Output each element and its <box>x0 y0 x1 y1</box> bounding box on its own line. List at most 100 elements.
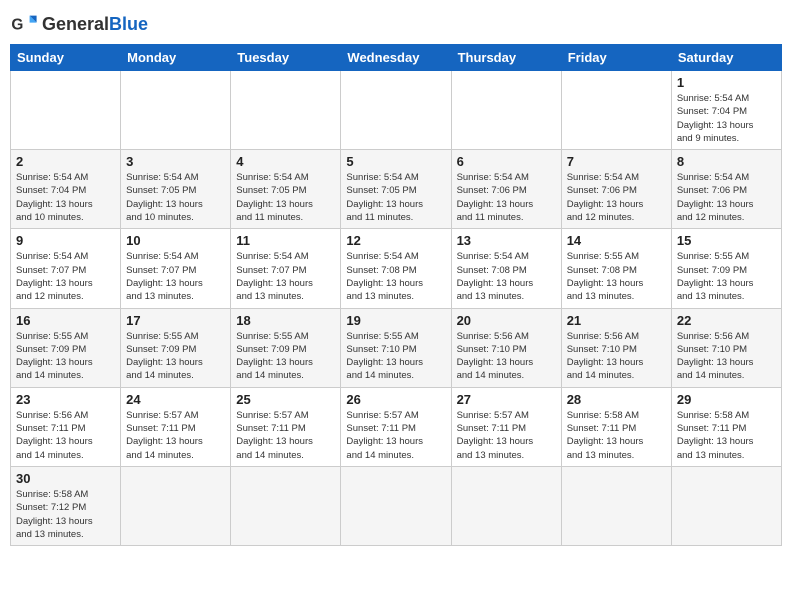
calendar-cell <box>561 71 671 150</box>
calendar-cell: 3Sunrise: 5:54 AMSunset: 7:05 PMDaylight… <box>121 150 231 229</box>
day-number: 25 <box>236 392 335 407</box>
calendar-cell: 16 Sunrise: 5:55 AMSunset: 7:09 PMDayligh… <box>11 308 121 387</box>
calendar-week-row: 16 Sunrise: 5:55 AMSunset: 7:09 PMDayligh… <box>11 308 782 387</box>
calendar-cell: 8 Sunrise: 5:54 AMSunset: 7:06 PMDaylight… <box>671 150 781 229</box>
calendar-week-row: 2 Sunrise: 5:54 AMSunset: 7:04 PMDaylight… <box>11 150 782 229</box>
day-number: 10 <box>126 233 225 248</box>
calendar-cell <box>231 466 341 545</box>
calendar-cell: 11Sunrise: 5:54 AMSunset: 7:07 PMDayligh… <box>231 229 341 308</box>
calendar-cell: 1Sunrise: 5:54 AMSunset: 7:04 PMDaylight… <box>671 71 781 150</box>
calendar-week-row: 23 Sunrise: 5:56 AMSunset: 7:11 PMDayligh… <box>11 387 782 466</box>
calendar-cell: 5Sunrise: 5:54 AMSunset: 7:05 PMDaylight… <box>341 150 451 229</box>
calendar-cell <box>671 466 781 545</box>
day-number: 26 <box>346 392 445 407</box>
day-number: 28 <box>567 392 666 407</box>
day-info: Sunrise: 5:54 AMSunset: 7:06 PMDaylight:… <box>457 171 556 224</box>
day-info: Sunrise: 5:54 AMSunset: 7:06 PMDaylight:… <box>567 171 666 224</box>
calendar-cell: 14 Sunrise: 5:55 AMSunset: 7:08 PMDayligh… <box>561 229 671 308</box>
column-header-wednesday: Wednesday <box>341 45 451 71</box>
calendar-cell <box>341 466 451 545</box>
day-info: Sunrise: 5:54 AMSunset: 7:08 PMDaylight:… <box>346 250 445 303</box>
day-info: Sunrise: 5:58 AMSunset: 7:12 PMDaylight:… <box>16 488 115 541</box>
calendar-cell <box>451 71 561 150</box>
calendar-cell: 9 Sunrise: 5:54 AMSunset: 7:07 PMDaylight… <box>11 229 121 308</box>
column-header-saturday: Saturday <box>671 45 781 71</box>
column-header-sunday: Sunday <box>11 45 121 71</box>
page-header: G GeneralBlue <box>10 10 782 38</box>
day-info: Sunrise: 5:55 AMSunset: 7:08 PMDaylight:… <box>567 250 666 303</box>
day-number: 15 <box>677 233 776 248</box>
calendar-cell: 29Sunrise: 5:58 AMSunset: 7:11 PMDayligh… <box>671 387 781 466</box>
calendar-week-row: 30Sunrise: 5:58 AMSunset: 7:12 PMDayligh… <box>11 466 782 545</box>
day-info: Sunrise: 5:54 AMSunset: 7:08 PMDaylight:… <box>457 250 556 303</box>
day-number: 14 <box>567 233 666 248</box>
calendar-cell <box>11 71 121 150</box>
day-info: Sunrise: 5:56 AMSunset: 7:10 PMDaylight:… <box>457 330 556 383</box>
day-info: Sunrise: 5:54 AMSunset: 7:07 PMDaylight:… <box>16 250 115 303</box>
day-number: 1 <box>677 75 776 90</box>
calendar-cell: 12 Sunrise: 5:54 AMSunset: 7:08 PMDayligh… <box>341 229 451 308</box>
calendar-cell: 7 Sunrise: 5:54 AMSunset: 7:06 PMDaylight… <box>561 150 671 229</box>
day-number: 16 <box>16 313 115 328</box>
day-number: 7 <box>567 154 666 169</box>
day-number: 6 <box>457 154 556 169</box>
column-header-friday: Friday <box>561 45 671 71</box>
calendar-cell: 18Sunrise: 5:55 AMSunset: 7:09 PMDayligh… <box>231 308 341 387</box>
day-number: 11 <box>236 233 335 248</box>
calendar-cell: 15 Sunrise: 5:55 AMSunset: 7:09 PMDayligh… <box>671 229 781 308</box>
day-info: Sunrise: 5:55 AMSunset: 7:09 PMDaylight:… <box>16 330 115 383</box>
calendar-cell: 13 Sunrise: 5:54 AMSunset: 7:08 PMDayligh… <box>451 229 561 308</box>
calendar-cell: 10Sunrise: 5:54 AMSunset: 7:07 PMDayligh… <box>121 229 231 308</box>
calendar-cell: 24 Sunrise: 5:57 AMSunset: 7:11 PMDayligh… <box>121 387 231 466</box>
logo-icon: G <box>10 10 38 38</box>
day-number: 4 <box>236 154 335 169</box>
day-number: 18 <box>236 313 335 328</box>
calendar-cell <box>451 466 561 545</box>
svg-text:G: G <box>11 17 23 34</box>
day-info: Sunrise: 5:57 AMSunset: 7:11 PMDaylight:… <box>346 409 445 462</box>
calendar-week-row: 1Sunrise: 5:54 AMSunset: 7:04 PMDaylight… <box>11 71 782 150</box>
day-info: Sunrise: 5:55 AMSunset: 7:09 PMDaylight:… <box>126 330 225 383</box>
day-number: 20 <box>457 313 556 328</box>
calendar-cell: 22Sunrise: 5:56 AMSunset: 7:10 PMDayligh… <box>671 308 781 387</box>
day-info: Sunrise: 5:55 AMSunset: 7:10 PMDaylight:… <box>346 330 445 383</box>
calendar-cell: 27 Sunrise: 5:57 AMSunset: 7:11 PMDayligh… <box>451 387 561 466</box>
calendar-cell: 2 Sunrise: 5:54 AMSunset: 7:04 PMDaylight… <box>11 150 121 229</box>
calendar-table: SundayMondayTuesdayWednesdayThursdayFrid… <box>10 44 782 546</box>
calendar-week-row: 9 Sunrise: 5:54 AMSunset: 7:07 PMDaylight… <box>11 229 782 308</box>
calendar-cell: 21Sunrise: 5:56 AMSunset: 7:10 PMDayligh… <box>561 308 671 387</box>
calendar-cell: 28Sunrise: 5:58 AMSunset: 7:11 PMDayligh… <box>561 387 671 466</box>
day-info: Sunrise: 5:54 AMSunset: 7:04 PMDaylight:… <box>16 171 115 224</box>
day-number: 2 <box>16 154 115 169</box>
day-number: 22 <box>677 313 776 328</box>
calendar-body: 1 Sunrise: 5:54 AMSunset: 7:04 PMDaylight… <box>11 71 782 546</box>
calendar-cell <box>231 71 341 150</box>
day-number: 21 <box>567 313 666 328</box>
day-number: 8 <box>677 154 776 169</box>
day-info: Sunrise: 5:54 AMSunset: 7:06 PMDaylight:… <box>677 171 776 224</box>
calendar-cell: 30Sunrise: 5:58 AMSunset: 7:12 PMDayligh… <box>11 466 121 545</box>
day-info: Sunrise: 5:57 AMSunset: 7:11 PMDaylight:… <box>126 409 225 462</box>
day-number: 19 <box>346 313 445 328</box>
day-number: 24 <box>126 392 225 407</box>
calendar-cell <box>121 466 231 545</box>
calendar-cell: 26 Sunrise: 5:57 AMSunset: 7:11 PMDayligh… <box>341 387 451 466</box>
calendar-cell: 25Sunrise: 5:57 AMSunset: 7:11 PMDayligh… <box>231 387 341 466</box>
day-info: Sunrise: 5:57 AMSunset: 7:11 PMDaylight:… <box>457 409 556 462</box>
calendar-cell <box>341 71 451 150</box>
day-number: 27 <box>457 392 556 407</box>
day-number: 12 <box>346 233 445 248</box>
logo: G GeneralBlue <box>10 10 148 38</box>
calendar-cell: 17Sunrise: 5:55 AMSunset: 7:09 PMDayligh… <box>121 308 231 387</box>
day-info: Sunrise: 5:55 AMSunset: 7:09 PMDaylight:… <box>677 250 776 303</box>
day-number: 3 <box>126 154 225 169</box>
day-number: 13 <box>457 233 556 248</box>
column-header-monday: Monday <box>121 45 231 71</box>
day-number: 5 <box>346 154 445 169</box>
day-number: 9 <box>16 233 115 248</box>
calendar-cell: 4Sunrise: 5:54 AMSunset: 7:05 PMDaylight… <box>231 150 341 229</box>
calendar-cell: 6 Sunrise: 5:54 AMSunset: 7:06 PMDaylight… <box>451 150 561 229</box>
column-header-tuesday: Tuesday <box>231 45 341 71</box>
day-info: Sunrise: 5:56 AMSunset: 7:11 PMDaylight:… <box>16 409 115 462</box>
day-number: 23 <box>16 392 115 407</box>
